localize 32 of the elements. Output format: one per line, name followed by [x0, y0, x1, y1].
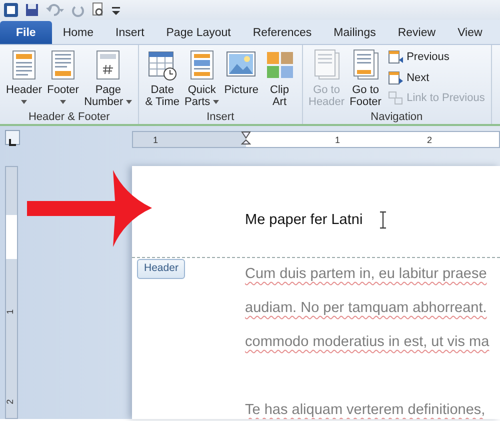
ruler-number: 2 [4, 399, 16, 404]
body-text-line: Te has aliquam verterem definitiones, [245, 401, 486, 419]
ribbon-tab[interactable]: Home [52, 22, 104, 44]
group-label: Header & Footer [27, 110, 111, 125]
ruler-number: 2 [427, 134, 432, 147]
body-text-line: commodo moderatius in est, ut vis ma [245, 333, 490, 352]
ribbon-button[interactable]: Previous [384, 48, 487, 66]
ribbon-tab[interactable]: References [242, 22, 323, 44]
group-label: Navigation [370, 110, 424, 125]
group-label: Insert [206, 110, 236, 125]
ribbon-button[interactable]: Clip Art [262, 48, 298, 109]
ribbon-button[interactable]: Go to Footer [348, 48, 384, 109]
ruler-number: 1 [153, 134, 158, 147]
ribbon-tab[interactable]: Page Layout [155, 22, 242, 44]
ribbon-button[interactable]: Next [384, 68, 487, 87]
ribbon-button[interactable]: Page Number [82, 48, 134, 109]
ruler-number: 1 [335, 134, 340, 147]
ribbon-button[interactable]: Header [4, 48, 44, 109]
header-label: Header [137, 259, 186, 279]
ribbon-button[interactable]: Picture [222, 48, 260, 109]
ribbon-tab[interactable]: Review [386, 22, 447, 44]
body-text-line: Cum duis partem in, eu labitur praese [245, 265, 488, 284]
ribbon-tab[interactable]: File [0, 21, 52, 44]
ruler-number: 1 [4, 309, 16, 314]
ribbon-tab[interactable]: Insert [104, 22, 156, 44]
ribbon-button[interactable]: Date & Time [143, 48, 182, 109]
body-text-line: audiam. No per tamquam abhorreant. [245, 299, 488, 318]
header-text: Me paper fer Latni [245, 211, 363, 230]
ribbon-tab[interactable]: View [446, 22, 494, 44]
ribbon-tab[interactable]: Mailings [322, 22, 387, 44]
ribbon-button[interactable]: Quick Parts [182, 48, 222, 109]
ribbon-button[interactable]: Footer [45, 48, 82, 109]
